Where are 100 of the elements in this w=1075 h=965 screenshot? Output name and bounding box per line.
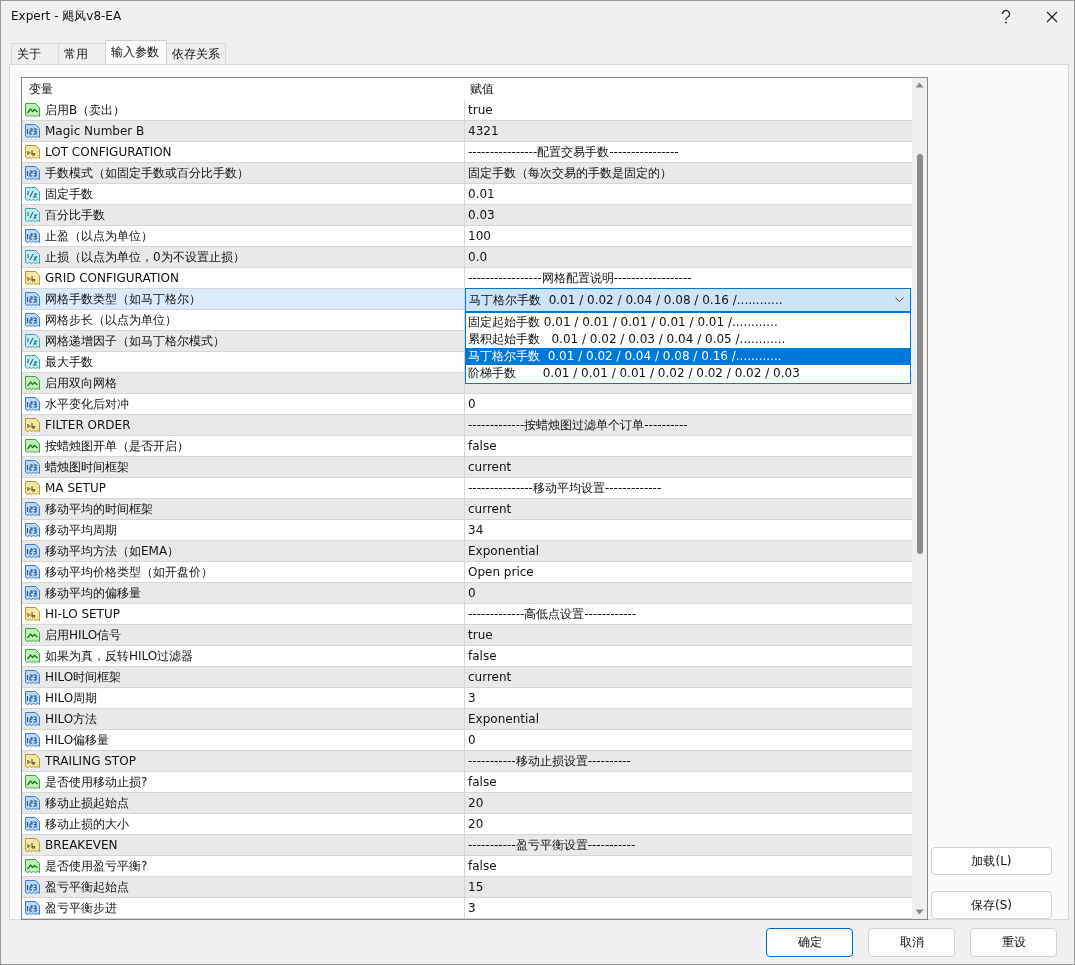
- parameter-value: ---------------移动平均设置-------------: [468, 479, 662, 497]
- parameter-value: 0.01: [468, 187, 495, 201]
- parameter-name: 固定手数: [45, 185, 93, 203]
- dropdown-option[interactable]: 马丁格尔手数 0.01 / 0.02 / 0.04 / 0.08 / 0.16 /............: [466, 348, 910, 365]
- parameter-value: 15: [468, 880, 484, 894]
- document-icon: [24, 143, 41, 161]
- parameter-name: 按蜡烛图开单（是否开启）: [45, 437, 189, 455]
- parameter-name: 盈亏平衡起始点: [45, 878, 129, 896]
- parameter-value: Exponential: [468, 712, 539, 726]
- document-icon: [24, 227, 41, 245]
- parameter-value: 0: [468, 397, 476, 411]
- document-icon: [24, 185, 41, 203]
- document-icon: [24, 584, 41, 602]
- parameter-name: 移动平均的偏移量: [45, 584, 141, 602]
- parameter-value: 固定手数（每次交易的手数是固定的）: [468, 164, 672, 182]
- dropdown-option[interactable]: 固定起始手数 0.01 / 0.01 / 0.01 / 0.01 / 0.01 /............: [466, 314, 910, 331]
- dialog-button[interactable]: 重设: [970, 928, 1057, 957]
- parameter-value: -------------按蜡烛图过滤单个订单----------: [468, 416, 688, 434]
- document-icon: [24, 269, 41, 287]
- parameter-value: -----------盈亏平衡设置-----------: [468, 836, 636, 854]
- parameter-name: 是否使用盈亏平衡?: [45, 857, 148, 875]
- column-header: 变量: [28, 80, 54, 98]
- parameter-value: 0: [468, 733, 476, 747]
- parameter-name: HILO周期: [45, 689, 98, 707]
- document-icon: [24, 311, 41, 329]
- parameter-value: false: [468, 859, 497, 873]
- parameter-value: 0: [468, 586, 476, 600]
- parameter-name: 移动平均周期: [45, 521, 117, 539]
- parameter-name: 移动平均的时间框架: [45, 500, 153, 518]
- parameter-value: 20: [468, 817, 484, 831]
- parameter-value: current: [468, 670, 512, 684]
- parameter-value: -----------移动止损设置----------: [468, 752, 631, 770]
- document-icon: [24, 500, 41, 518]
- document-icon: [24, 668, 41, 686]
- parameter-value: -------------高低点设置------------: [468, 605, 637, 623]
- parameter-value: false: [468, 649, 497, 663]
- chevron-icon: [895, 297, 904, 303]
- value-dropdown[interactable]: 马丁格尔手数 0.01 / 0.02 / 0.04 / 0.08 / 0.16 /............: [465, 288, 911, 312]
- parameter-name: HILO偏移量: [45, 731, 110, 749]
- document-icon: [24, 164, 41, 182]
- scroll-down-icon[interactable]: [915, 909, 924, 915]
- document-icon: [24, 815, 41, 833]
- parameter-name: 网格手数类型（如马丁格尔）: [45, 290, 201, 308]
- side-button[interactable]: 保存(S): [931, 891, 1052, 919]
- parameter-name: 如果为真，反转HILO过滤器: [45, 647, 194, 665]
- parameter-value: Exponential: [468, 544, 539, 558]
- dialog-button[interactable]: 取消: [868, 928, 955, 957]
- parameter-value: 100: [468, 229, 491, 243]
- parameter-value: 0.03: [468, 208, 495, 222]
- parameter-name: 启用双向网格: [45, 374, 117, 392]
- help-icon[interactable]: [1001, 9, 1011, 24]
- parameter-value: 3: [468, 901, 476, 915]
- parameter-name: 启用B（卖出）: [45, 101, 126, 119]
- parameter-name: 启用HILO信号: [45, 626, 122, 644]
- parameter-value: true: [468, 103, 493, 117]
- parameter-name: HILO时间框架: [45, 668, 122, 686]
- document-icon: [24, 878, 41, 896]
- document-icon: [24, 542, 41, 560]
- chart-icon: [24, 101, 41, 119]
- dialog-button[interactable]: 确定: [766, 928, 853, 957]
- parameter-name: 是否使用移动止损?: [45, 773, 148, 791]
- scrollbar-thumb[interactable]: [916, 154, 923, 554]
- parameter-value: ----------------配置交易手数----------------: [468, 143, 679, 161]
- scroll-up-icon[interactable]: [915, 82, 924, 88]
- parameter-name: FILTER ORDER: [45, 418, 131, 432]
- parameter-name: 移动止损的大小: [45, 815, 129, 833]
- parameter-value: current: [468, 502, 512, 516]
- tab[interactable]: 输入参数: [105, 40, 167, 64]
- side-button[interactable]: 加载(L): [931, 847, 1052, 875]
- parameter-name: 移动止损起始点: [45, 794, 129, 812]
- chart-icon: [24, 773, 41, 791]
- chart-icon: [24, 374, 41, 392]
- parameter-name: HI-LO SETUP: [45, 607, 120, 621]
- chart-icon: [24, 647, 41, 665]
- parameter-name: 百分比手数: [45, 206, 105, 224]
- document-icon: [24, 752, 41, 770]
- document-icon: [24, 731, 41, 749]
- parameter-name: 最大手数: [45, 353, 93, 371]
- document-icon: [24, 353, 41, 371]
- parameter-name: HILO方法: [45, 710, 98, 728]
- tab[interactable]: 依存关系: [166, 43, 226, 64]
- window-title: Expert - 飓风v8-EA: [11, 8, 122, 25]
- parameter-name: 水平变化后对冲: [45, 395, 129, 413]
- parameter-value: false: [468, 775, 497, 789]
- close-icon[interactable]: [1046, 10, 1058, 23]
- parameter-name: LOT CONFIGURATION: [45, 145, 172, 159]
- scrollbar[interactable]: [912, 78, 927, 919]
- parameter-value: -----------------网格配置说明------------------: [468, 269, 692, 287]
- dropdown-option[interactable]: 累积起始手数 0.01 / 0.02 / 0.03 / 0.04 / 0.05 /............: [466, 331, 910, 348]
- tab[interactable]: 关于: [11, 43, 59, 64]
- document-icon: [24, 899, 41, 917]
- document-icon: [24, 416, 41, 434]
- parameter-name: 盈亏平衡步进: [45, 899, 117, 917]
- document-icon: [24, 563, 41, 581]
- parameter-value: false: [468, 439, 497, 453]
- parameter-value: 20: [468, 796, 484, 810]
- chart-icon: [24, 626, 41, 644]
- dropdown-option[interactable]: 阶梯手数 0.01 / 0.01 / 0.01 / 0.02 / 0.02 / 0.02 / 0.03: [466, 365, 910, 382]
- document-icon: [24, 458, 41, 476]
- parameter-value: 3: [468, 691, 476, 705]
